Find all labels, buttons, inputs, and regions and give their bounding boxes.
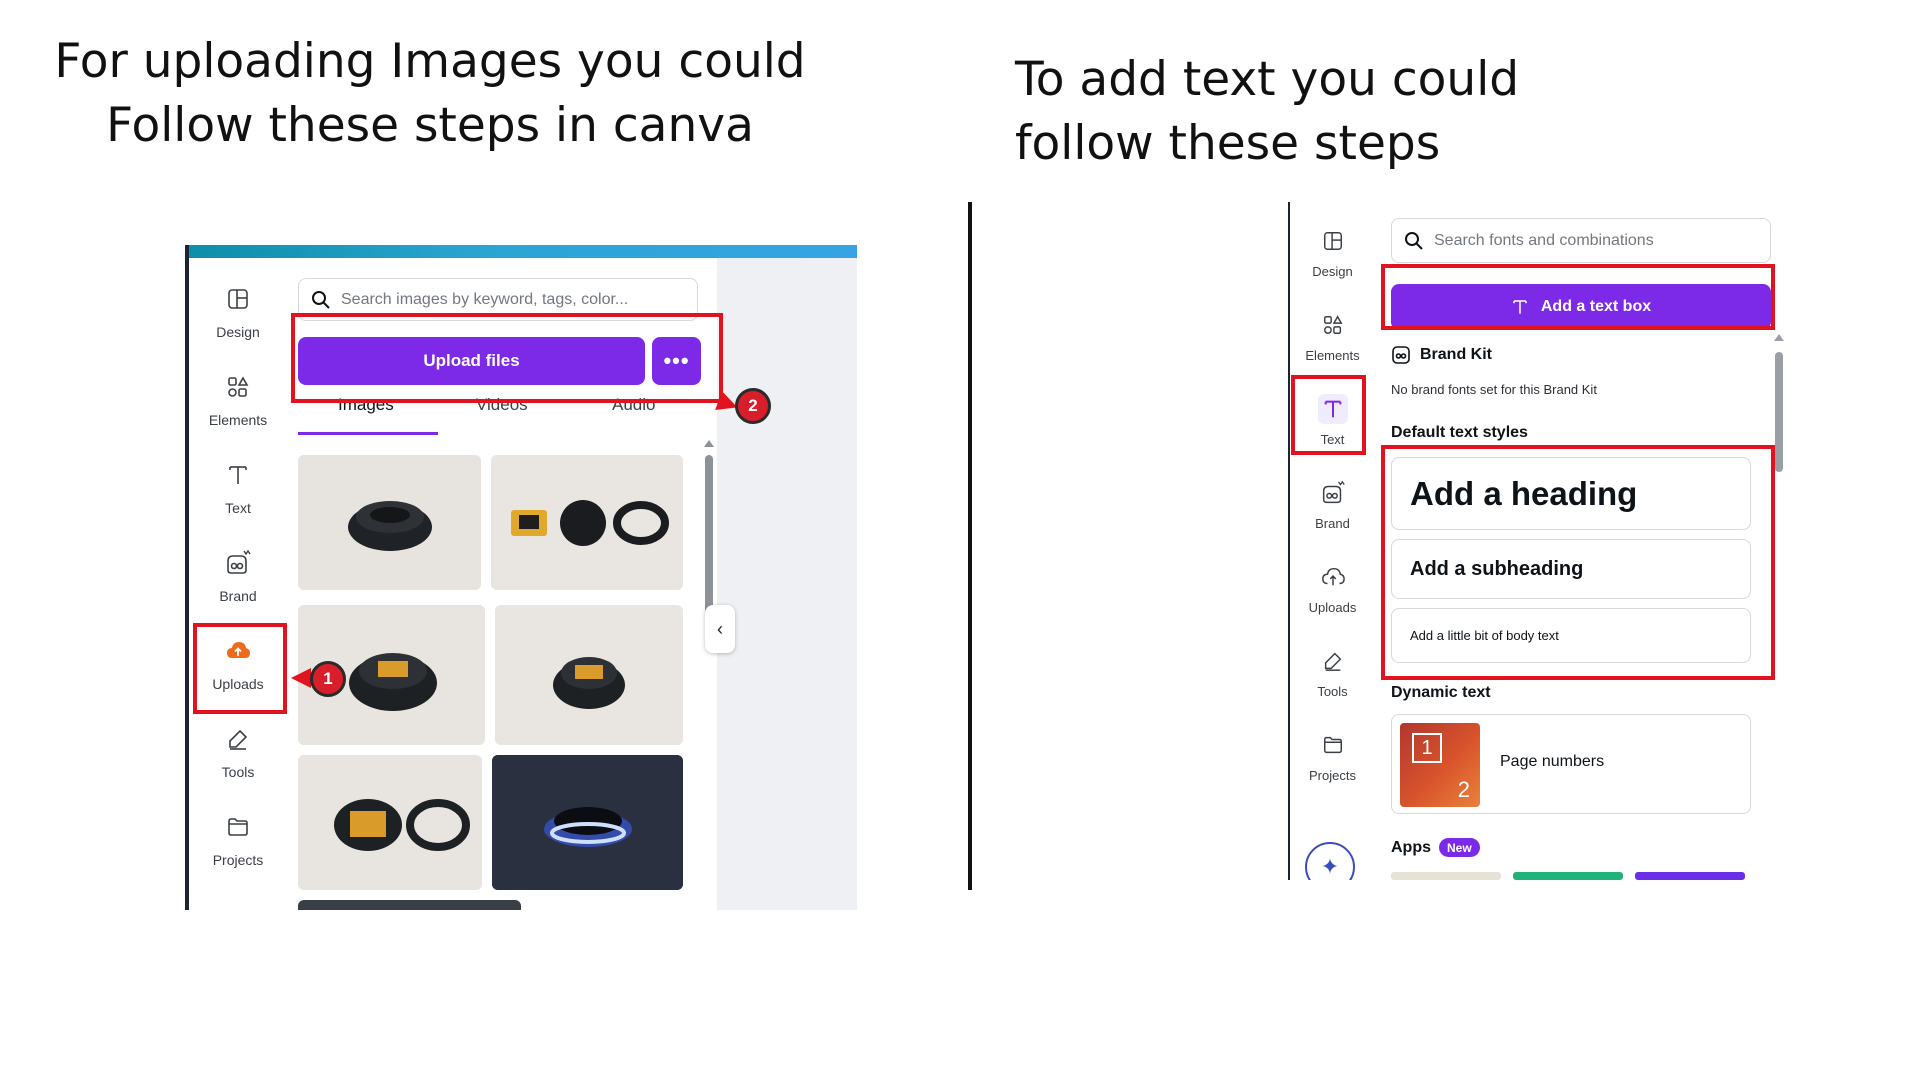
brand-kit-title: Brand Kit bbox=[1420, 346, 1492, 363]
upload-buttons-highlight-box bbox=[291, 313, 723, 403]
app-tile[interactable] bbox=[1635, 872, 1745, 880]
rail-label: Brand bbox=[219, 588, 257, 604]
text-rail-highlight-box bbox=[1291, 375, 1366, 455]
scroll-up-arrow[interactable] bbox=[704, 440, 714, 447]
rail-label: Text bbox=[225, 500, 251, 516]
rail-item-brand[interactable]: Brand bbox=[1290, 472, 1375, 554]
rail-label: Brand bbox=[1315, 516, 1350, 531]
layout-icon bbox=[223, 284, 253, 314]
search-placeholder: Search images by keyword, tags, color... bbox=[341, 290, 629, 308]
folder-icon bbox=[223, 812, 253, 842]
rail-item-text[interactable]: Text bbox=[189, 454, 287, 534]
rail-label: Design bbox=[216, 324, 260, 340]
page-number-2: 2 bbox=[1457, 777, 1470, 802]
default-styles-title: Default text styles bbox=[1391, 424, 1528, 441]
rail-label: Projects bbox=[212, 852, 264, 868]
uploaded-image-thumb[interactable] bbox=[491, 455, 683, 590]
scroll-up-arrow[interactable] bbox=[1774, 334, 1784, 341]
left-heading: For uploading Images you could Follow th… bbox=[40, 30, 820, 158]
rail-item-design[interactable]: Design bbox=[189, 278, 287, 358]
collapse-panel-button[interactable]: ‹ bbox=[705, 605, 735, 653]
rail-item-tools[interactable]: Tools bbox=[189, 718, 287, 798]
left-side-rail: Design Elements Text Brand Uploads Tools… bbox=[189, 258, 287, 910]
rail-item-projects[interactable]: Projects bbox=[1290, 724, 1375, 806]
step-1-badge: 1 bbox=[310, 661, 346, 697]
rail-label: Tools bbox=[221, 764, 255, 780]
rail-item-brand[interactable]: Brand bbox=[189, 542, 287, 622]
page-number-1: 1 bbox=[1412, 733, 1442, 763]
rail-label: Design bbox=[1312, 264, 1353, 279]
pen-tool-icon bbox=[223, 724, 253, 754]
rail-label: Tools bbox=[1317, 684, 1348, 699]
uploaded-image-thumb[interactable] bbox=[298, 455, 481, 590]
page-numbers-thumbnail: 1 2 bbox=[1400, 723, 1480, 807]
shapes-icon bbox=[1318, 310, 1348, 340]
app-tile[interactable] bbox=[1513, 872, 1623, 880]
rail-label: Elements bbox=[1305, 348, 1360, 363]
rail-item-projects[interactable]: Projects bbox=[189, 806, 287, 886]
rail-item-elements[interactable]: Elements bbox=[189, 366, 287, 446]
right-heading-line-1: To add text you could bbox=[1015, 52, 1520, 107]
app-tile[interactable] bbox=[1391, 872, 1501, 880]
page-numbers-label: Page numbers bbox=[1500, 753, 1605, 770]
rail-label: Projects bbox=[1309, 768, 1356, 783]
left-heading-line-1: For uploading Images you could bbox=[54, 34, 806, 89]
active-tab-indicator bbox=[298, 432, 438, 435]
uploads-highlight-box bbox=[193, 623, 287, 714]
rail-label: Uploads bbox=[1308, 600, 1357, 615]
left-side-rail: Design Elements Text Brand Uploads Tools… bbox=[1290, 202, 1375, 880]
text-styles-highlight-box bbox=[1381, 445, 1775, 680]
step-1-arrow bbox=[291, 668, 311, 688]
uploaded-image-thumb[interactable] bbox=[298, 900, 521, 910]
brand-kit-note: No brand fonts set for this Brand Kit bbox=[1391, 382, 1597, 397]
dynamic-text-title: Dynamic text bbox=[1391, 684, 1491, 701]
panel-scrollbar[interactable] bbox=[1775, 352, 1783, 472]
page-numbers-card[interactable]: 1 2 Page numbers bbox=[1391, 714, 1751, 814]
uploaded-image-thumb[interactable] bbox=[495, 605, 683, 745]
rail-item-tools[interactable]: Tools bbox=[1290, 640, 1375, 722]
pen-tool-icon bbox=[1318, 646, 1348, 676]
brand-icon bbox=[1318, 478, 1348, 508]
add-text-box-highlight-box bbox=[1381, 264, 1775, 330]
font-search-input[interactable]: Search fonts and combinations bbox=[1391, 218, 1771, 263]
search-icon bbox=[1405, 231, 1423, 250]
rail-item-elements[interactable]: Elements bbox=[1290, 304, 1375, 386]
editor-top-bar bbox=[185, 245, 857, 258]
shapes-icon bbox=[223, 372, 253, 402]
new-badge: New bbox=[1439, 838, 1480, 857]
uploaded-image-thumb[interactable] bbox=[298, 755, 482, 890]
left-heading-line-2: Follow these steps in canva bbox=[106, 98, 754, 153]
uploaded-image-thumb[interactable] bbox=[492, 755, 683, 890]
folder-icon bbox=[1318, 730, 1348, 760]
rail-item-uploads[interactable]: Uploads bbox=[1290, 556, 1375, 638]
right-heading-line-2: follow these steps bbox=[1015, 116, 1441, 171]
rail-label: Elements bbox=[208, 412, 268, 428]
center-divider bbox=[968, 202, 972, 890]
editor-canvas-area bbox=[717, 258, 857, 910]
upload-cloud-icon bbox=[1318, 562, 1348, 592]
brand-icon bbox=[223, 548, 253, 578]
layout-icon bbox=[1318, 226, 1348, 256]
search-icon bbox=[312, 290, 330, 309]
step-2-badge: 2 bbox=[735, 388, 771, 424]
text-t-icon bbox=[223, 460, 253, 490]
apps-title: Apps bbox=[1391, 839, 1431, 856]
right-heading: To add text you could follow these steps bbox=[1015, 48, 1575, 176]
search-placeholder: Search fonts and combinations bbox=[1434, 231, 1654, 249]
brand-kit-icon bbox=[1392, 346, 1410, 364]
rail-item-design[interactable]: Design bbox=[1290, 220, 1375, 302]
